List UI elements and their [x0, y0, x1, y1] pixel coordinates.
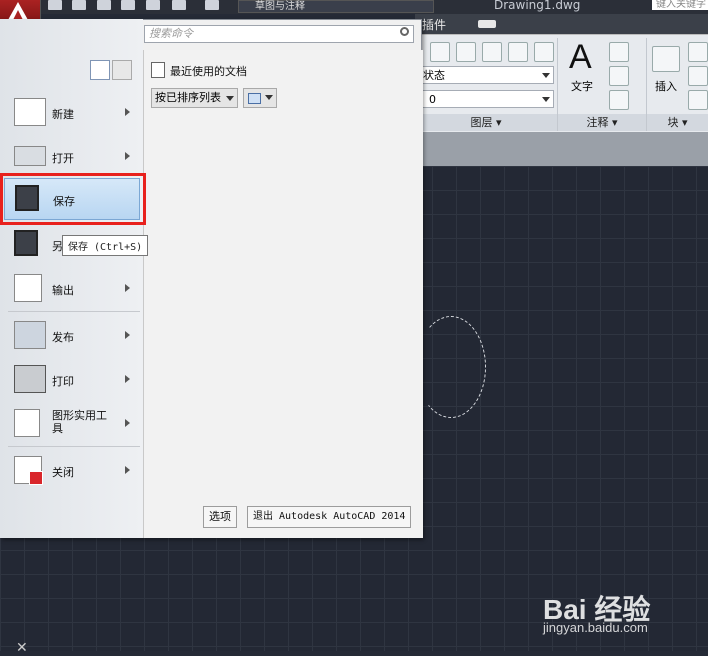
sort-order-dropdown[interactable]: 按已排序列表 — [151, 88, 238, 108]
wrench-icon — [14, 409, 40, 437]
open-documents-toggle-icon[interactable] — [112, 60, 132, 80]
text-button-label[interactable]: 文字 — [571, 78, 593, 94]
table-icon[interactable] — [609, 90, 629, 110]
leader-icon[interactable] — [609, 66, 629, 86]
menu-item-label: 新建 — [52, 108, 74, 121]
layer-state-label: 状态 — [423, 69, 445, 82]
folder-open-icon — [14, 146, 46, 166]
drawn-circle[interactable] — [416, 316, 486, 418]
layer-state-dropdown[interactable]: 状态 — [418, 66, 554, 84]
printer-icon — [14, 365, 46, 393]
menu-item-drawing-utilities[interactable]: 图形实用工具 — [4, 403, 140, 443]
layer-tool-icon[interactable] — [482, 42, 502, 62]
create-block-icon[interactable] — [688, 42, 708, 62]
menu-item-label: 图形实用工具 — [52, 409, 107, 435]
panel-title-annotation[interactable]: 注释 ▾ — [558, 114, 646, 131]
layer-tool-icon[interactable] — [508, 42, 528, 62]
close-document-icon — [14, 456, 43, 485]
watermark-url: jingyan.baidu.com — [543, 620, 648, 635]
layer-tool-icon[interactable] — [430, 42, 450, 62]
redo-icon[interactable] — [205, 0, 219, 10]
chevron-right-icon — [125, 466, 130, 474]
menu-item-label: 发布 — [52, 331, 74, 344]
chevron-right-icon — [125, 108, 130, 116]
view-mode-dropdown[interactable] — [243, 88, 277, 108]
close-icon — [29, 471, 43, 485]
recent-documents-icon — [151, 62, 165, 78]
divider — [8, 311, 140, 312]
ucs-icon: ✕ — [16, 640, 28, 656]
tab-plugins[interactable]: 插件 — [422, 16, 446, 33]
new-file-icon[interactable] — [48, 0, 62, 10]
chevron-down-icon — [265, 95, 273, 100]
chevron-down-icon — [542, 97, 550, 102]
search-commands-input[interactable]: 搜索命令 — [144, 25, 414, 43]
menu-item-label: 关闭 — [52, 466, 74, 479]
keyword-search-input[interactable]: 键入关键字 — [652, 0, 708, 10]
chevron-right-icon — [125, 419, 130, 427]
save-as-pencil-icon — [14, 230, 38, 256]
chevron-right-icon — [125, 152, 130, 160]
icon-view-icon — [248, 93, 261, 104]
save-tooltip: 保存 (Ctrl+S) — [62, 235, 149, 256]
chevron-right-icon — [125, 331, 130, 339]
ribbon-minimize-icon[interactable] — [478, 20, 496, 28]
menu-item-label: 打开 — [52, 152, 74, 165]
publish-icon — [14, 321, 46, 349]
menu-item-open[interactable]: 打开 — [4, 136, 140, 176]
chevron-down-icon — [542, 73, 550, 78]
chevron-down-icon — [226, 96, 234, 101]
search-icon[interactable] — [400, 27, 409, 36]
file-tab-bar — [415, 132, 708, 166]
recent-documents-title: 最近使用的文档 — [170, 65, 247, 78]
insert-button-label[interactable]: 插入 — [655, 78, 677, 94]
panel-label: 注释 — [586, 116, 609, 129]
block-attr-icon[interactable] — [688, 90, 708, 110]
workspace-select[interactable]: 草图与注释 — [238, 0, 434, 13]
save-highlight-box — [0, 173, 146, 225]
ribbon-tab-bar — [415, 14, 708, 34]
export-arrow-icon — [14, 274, 42, 302]
save-icon[interactable] — [97, 0, 111, 10]
menu-item-publish[interactable]: 发布 — [4, 315, 140, 355]
chevron-right-icon — [125, 375, 130, 383]
layer-dropdown[interactable]: 0 — [418, 90, 554, 108]
panel-title-block[interactable]: 块 ▾ — [647, 114, 708, 131]
recent-documents-panel — [143, 50, 423, 538]
options-button[interactable]: 选项 — [203, 506, 237, 528]
open-file-icon[interactable] — [72, 0, 86, 10]
menu-item-print[interactable]: 打印 — [4, 359, 140, 399]
menu-item-export[interactable]: 输出 — [4, 268, 140, 308]
layer-value: 0 — [429, 93, 436, 106]
edit-block-icon[interactable] — [688, 66, 708, 86]
layer-tool-icon[interactable] — [534, 42, 554, 62]
layer-tool-icon[interactable] — [456, 42, 476, 62]
menu-item-label: 输出 — [52, 284, 74, 297]
menu-item-close[interactable]: 关闭 — [4, 450, 140, 490]
chevron-right-icon — [125, 284, 130, 292]
save-as-icon[interactable] — [121, 0, 135, 10]
text-tool-icon[interactable]: A — [569, 38, 592, 77]
recent-documents-toggle-icon[interactable] — [90, 60, 110, 80]
menu-item-label: 打印 — [52, 375, 74, 388]
panel-label: 图层 — [470, 116, 493, 129]
sort-order-label: 按已排序列表 — [155, 91, 221, 104]
new-document-icon — [14, 98, 46, 126]
print-icon[interactable] — [146, 0, 160, 10]
menu-item-new[interactable]: 新建 — [4, 92, 140, 132]
document-title: Drawing1.dwg — [494, 0, 581, 12]
panel-label: 块 — [667, 116, 679, 129]
dimension-icon[interactable] — [609, 42, 629, 62]
panel-title-layer[interactable]: 图层 ▾ — [415, 114, 557, 131]
divider — [8, 446, 140, 447]
exit-autocad-button[interactable]: 退出 Autodesk AutoCAD 2014 — [247, 506, 412, 528]
insert-block-icon[interactable] — [652, 46, 680, 72]
undo-icon[interactable] — [172, 0, 186, 10]
